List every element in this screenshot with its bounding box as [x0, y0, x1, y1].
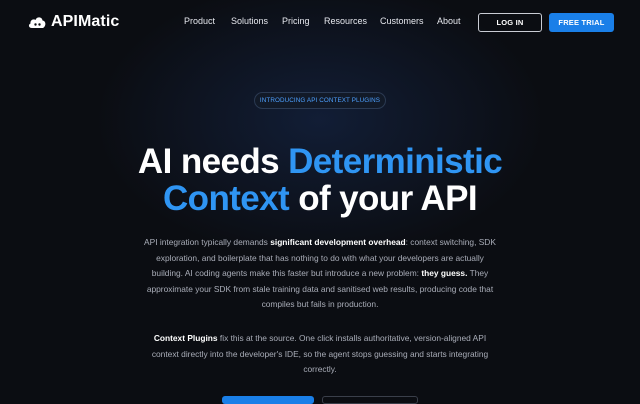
nav-item-product[interactable]: Product [184, 16, 215, 26]
headline-text: AI needs [137, 142, 289, 181]
nav-item-customers[interactable]: Customers [380, 16, 424, 26]
hero-headline-line1: AI needs Deterministic [0, 141, 640, 183]
description-emphasis: significant development overhead [270, 237, 406, 247]
description-emphasis: they guess. [421, 268, 468, 279]
main-menu: Product Solutions Pricing Resources Cust… [0, 16, 640, 30]
headline-highlight: Deterministic [288, 142, 503, 181]
primary-cta-button[interactable] [222, 396, 314, 404]
hero-headline-line2: Context of your API [0, 178, 640, 220]
nav-item-solutions[interactable]: Solutions [231, 16, 268, 26]
headline-highlight: Context [163, 179, 290, 218]
nav-item-resources[interactable]: Resources [324, 16, 367, 26]
nav-item-about[interactable]: About [437, 16, 461, 26]
announcement-badge[interactable]: INTRODUCING API CONTEXT PLUGINS [254, 92, 386, 109]
headline-text: of your API [289, 179, 477, 218]
hero-description: API integration typically demands signif… [140, 235, 500, 313]
login-button[interactable]: LOG IN [478, 13, 542, 32]
secondary-cta-button[interactable] [322, 396, 418, 404]
nav-item-pricing[interactable]: Pricing [282, 16, 310, 26]
free-trial-button[interactable]: FREE TRIAL [549, 13, 614, 32]
hero-plugins-description: Context Plugins fix this at the source. … [140, 331, 500, 378]
description-emphasis: Context Plugins [153, 333, 218, 343]
description-text: API integration typically demands [144, 237, 271, 247]
top-navbar: APIMatic Product Solutions Pricing Resou… [0, 0, 640, 46]
